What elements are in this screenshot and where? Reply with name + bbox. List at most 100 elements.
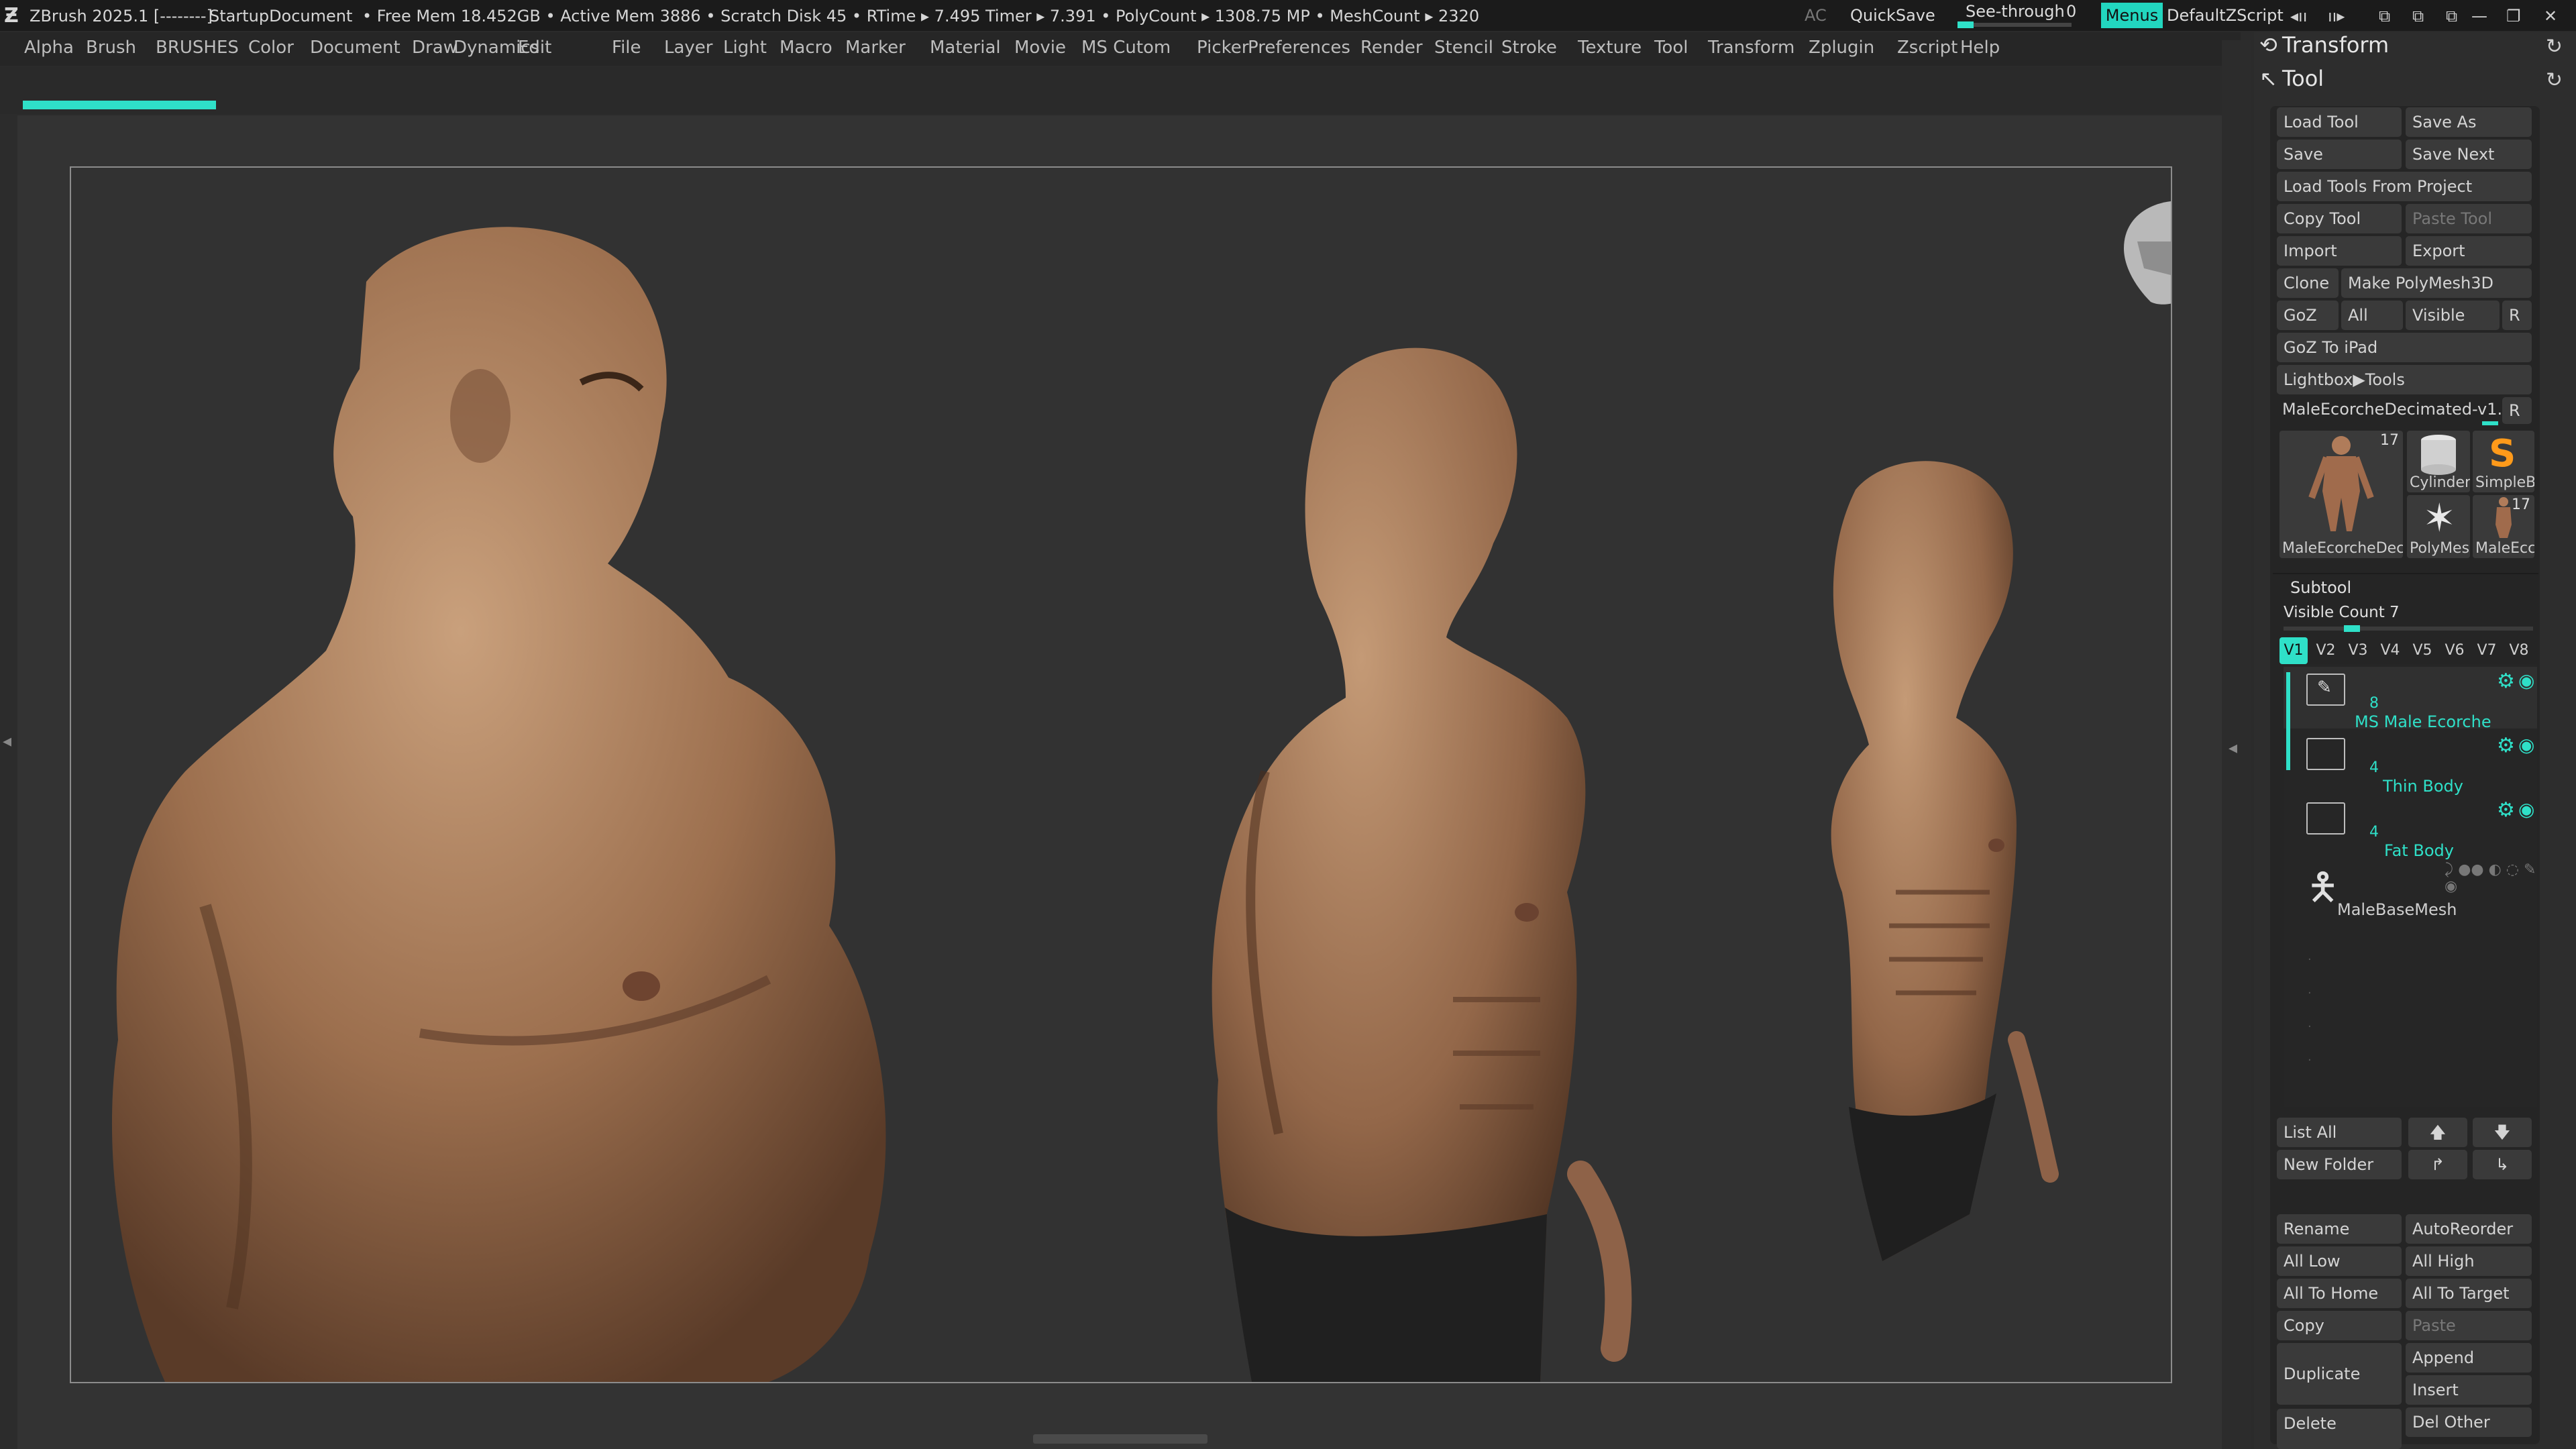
bottom-shelf-handle[interactable] [1033,1434,1208,1444]
load-tools-from-project-button[interactable]: Load Tools From Project [2277,172,2532,201]
folder-out-button[interactable]: ↳ [2473,1150,2532,1179]
visibility-tab-v3[interactable]: V3 [2344,637,2372,664]
subtool-section-title[interactable]: Subtool [2290,578,2351,597]
paste-tool-button[interactable]: Paste Tool [2406,204,2532,233]
viewport-canvas[interactable] [70,166,2172,1383]
menu-picker[interactable]: Picker [1197,38,1248,58]
goz-all-button[interactable]: All [2341,301,2403,330]
menu-macro[interactable]: Macro [780,38,833,58]
visibility-tab-v6[interactable]: V6 [2440,637,2469,664]
expand-left-icon[interactable]: ◂ [3,731,11,751]
menus-toggle-button[interactable]: Menus [2101,3,2163,28]
gear-icon[interactable]: ⚙ [2497,669,2515,693]
tool-name-slider-knob[interactable] [2482,421,2498,425]
insert-button[interactable]: Insert [2406,1375,2532,1405]
expand-right-icon[interactable]: ◂ [2229,738,2237,758]
menu-file[interactable]: File [612,38,641,58]
quicksave-button[interactable]: QuickSave [1850,4,1935,27]
menu-movie[interactable]: Movie [1014,38,1066,58]
see-through-slider[interactable] [1957,21,2072,28]
goz-r-button[interactable]: R [2502,301,2532,330]
zbrush-logo-icon[interactable]: Ƶ [4,4,19,28]
menu-light[interactable]: Light [723,38,767,58]
thumb-male-ecorche[interactable]: 17 MaleEcorcheDec [2279,431,2403,558]
menu-layer[interactable]: Layer [664,38,713,58]
make-polymesh3d-button[interactable]: Make PolyMesh3D [2341,268,2532,298]
eye-icon[interactable]: ◉ [2518,734,2534,756]
menu-color[interactable]: Color [248,38,294,58]
subtool-folder-thin-body[interactable]: 4 Thin Body ⚙ ◉ [2284,731,2537,796]
folder-in-button[interactable]: ↱ [2408,1150,2467,1179]
thumb-cylinder[interactable]: Cylinder [2407,431,2470,492]
visibility-tab-v8[interactable]: V8 [2505,637,2533,664]
list-all-button[interactable]: List All [2277,1118,2402,1147]
subtool-male-base-mesh[interactable]: 🯅 MaleBaseMesh ⤸ ●● ◐ ◌ ✎ ◉ [2284,860,2537,922]
menu-draw[interactable]: Draw [412,38,458,58]
menu-texture[interactable]: Texture [1578,38,1642,58]
transform-palette-header[interactable]: ⟲ Transform [2259,32,2389,58]
refresh-icon[interactable]: ↻ [2546,68,2563,92]
tool-palette-header[interactable]: ↖ Tool [2259,66,2324,91]
rename-button[interactable]: Rename [2277,1214,2402,1244]
save-next-button[interactable]: Save Next [2406,140,2532,169]
all-high-button[interactable]: All High [2406,1246,2532,1276]
visibility-tab-v2[interactable]: V2 [2312,637,2340,664]
move-down-button[interactable]: 🡇 [2473,1118,2532,1147]
menu-preferences[interactable]: Preferences [1248,38,1350,58]
layout-icon[interactable]: ⧉ [2379,7,2390,25]
see-through-slider-knob[interactable] [1957,21,1974,28]
window-icon[interactable]: ⧉ [2412,7,2424,25]
window-icon-2[interactable]: ⧉ [2446,7,2457,25]
maximize-icon[interactable]: ❐ [2506,7,2521,25]
paste-subtool-button[interactable]: Paste [2406,1311,2532,1340]
thumb-simplebrush[interactable]: S SimpleB [2473,431,2534,492]
subtool-options-icons[interactable]: ⤸ ●● ◐ ◌ ✎ ◉ [2445,861,2537,895]
all-to-target-button[interactable]: All To Target [2406,1279,2532,1308]
subtool-folder-fat-body[interactable]: 4 Fat Body ⚙ ◉ [2284,796,2537,860]
goz-button[interactable]: GoZ [2277,301,2339,330]
move-up-button[interactable]: 🡅 [2408,1118,2467,1147]
goz-visible-button[interactable]: Visible [2406,301,2500,330]
menu-edit[interactable]: Edit [518,38,551,58]
menu-brush[interactable]: Brush [86,38,136,58]
scroll-right-icon[interactable]: ıı▸ [2328,7,2345,25]
close-icon[interactable]: ✕ [2544,7,2557,25]
default-zscript-button[interactable]: DefaultZScript [2167,4,2284,27]
goz-to-ipad-button[interactable]: GoZ To iPad [2277,333,2532,362]
menu-marker[interactable]: Marker [845,38,906,58]
scroll-left-icon[interactable]: ◂ıı [2290,7,2307,25]
visibility-tab-v4[interactable]: V4 [2376,637,2404,664]
save-as-button[interactable]: Save As [2406,107,2532,137]
menu-transform[interactable]: Transform [1708,38,1794,58]
copy-tool-button[interactable]: Copy Tool [2277,204,2402,233]
gear-icon[interactable]: ⚙ [2497,798,2515,822]
menu-tool[interactable]: Tool [1654,38,1688,58]
minimize-icon[interactable]: — [2471,7,2487,25]
thumb-male-ecorche-2[interactable]: 17 MaleEcc [2473,495,2534,558]
export-button[interactable]: Export [2406,236,2532,266]
menu-help[interactable]: Help [1960,38,2000,58]
menu-zplugin[interactable]: Zplugin [1809,38,1874,58]
del-other-button[interactable]: Del Other [2406,1407,2532,1437]
eye-icon[interactable]: ◉ [2518,798,2534,820]
menu-document[interactable]: Document [310,38,400,58]
menu-render[interactable]: Render [1360,38,1423,58]
eye-icon[interactable]: ◉ [2518,669,2534,692]
visibility-tab-v7[interactable]: V7 [2473,637,2501,664]
gear-icon[interactable]: ⚙ [2497,734,2515,757]
new-folder-button[interactable]: New Folder [2277,1150,2402,1179]
import-button[interactable]: Import [2277,236,2402,266]
menu-brushes[interactable]: BRUSHES [156,38,239,58]
menu-ms-cutom[interactable]: MS Cutom [1081,38,1171,58]
menu-material[interactable]: Material [930,38,1001,58]
menu-alpha[interactable]: Alpha [24,38,74,58]
lightbox-tools-button[interactable]: Lightbox▶Tools [2277,365,2532,394]
current-tool-r-button[interactable]: R [2502,397,2532,424]
menu-zscript[interactable]: Zscript [1897,38,1957,58]
visible-count-slider-knob[interactable] [2344,625,2360,632]
refresh-icon[interactable]: ↻ [2546,35,2563,58]
navigation-gizmo[interactable] [2124,168,2171,305]
visibility-tab-v5[interactable]: V5 [2408,637,2436,664]
thumb-polymesh[interactable]: ✶ PolyMes [2407,495,2470,558]
clone-button[interactable]: Clone [2277,268,2339,298]
